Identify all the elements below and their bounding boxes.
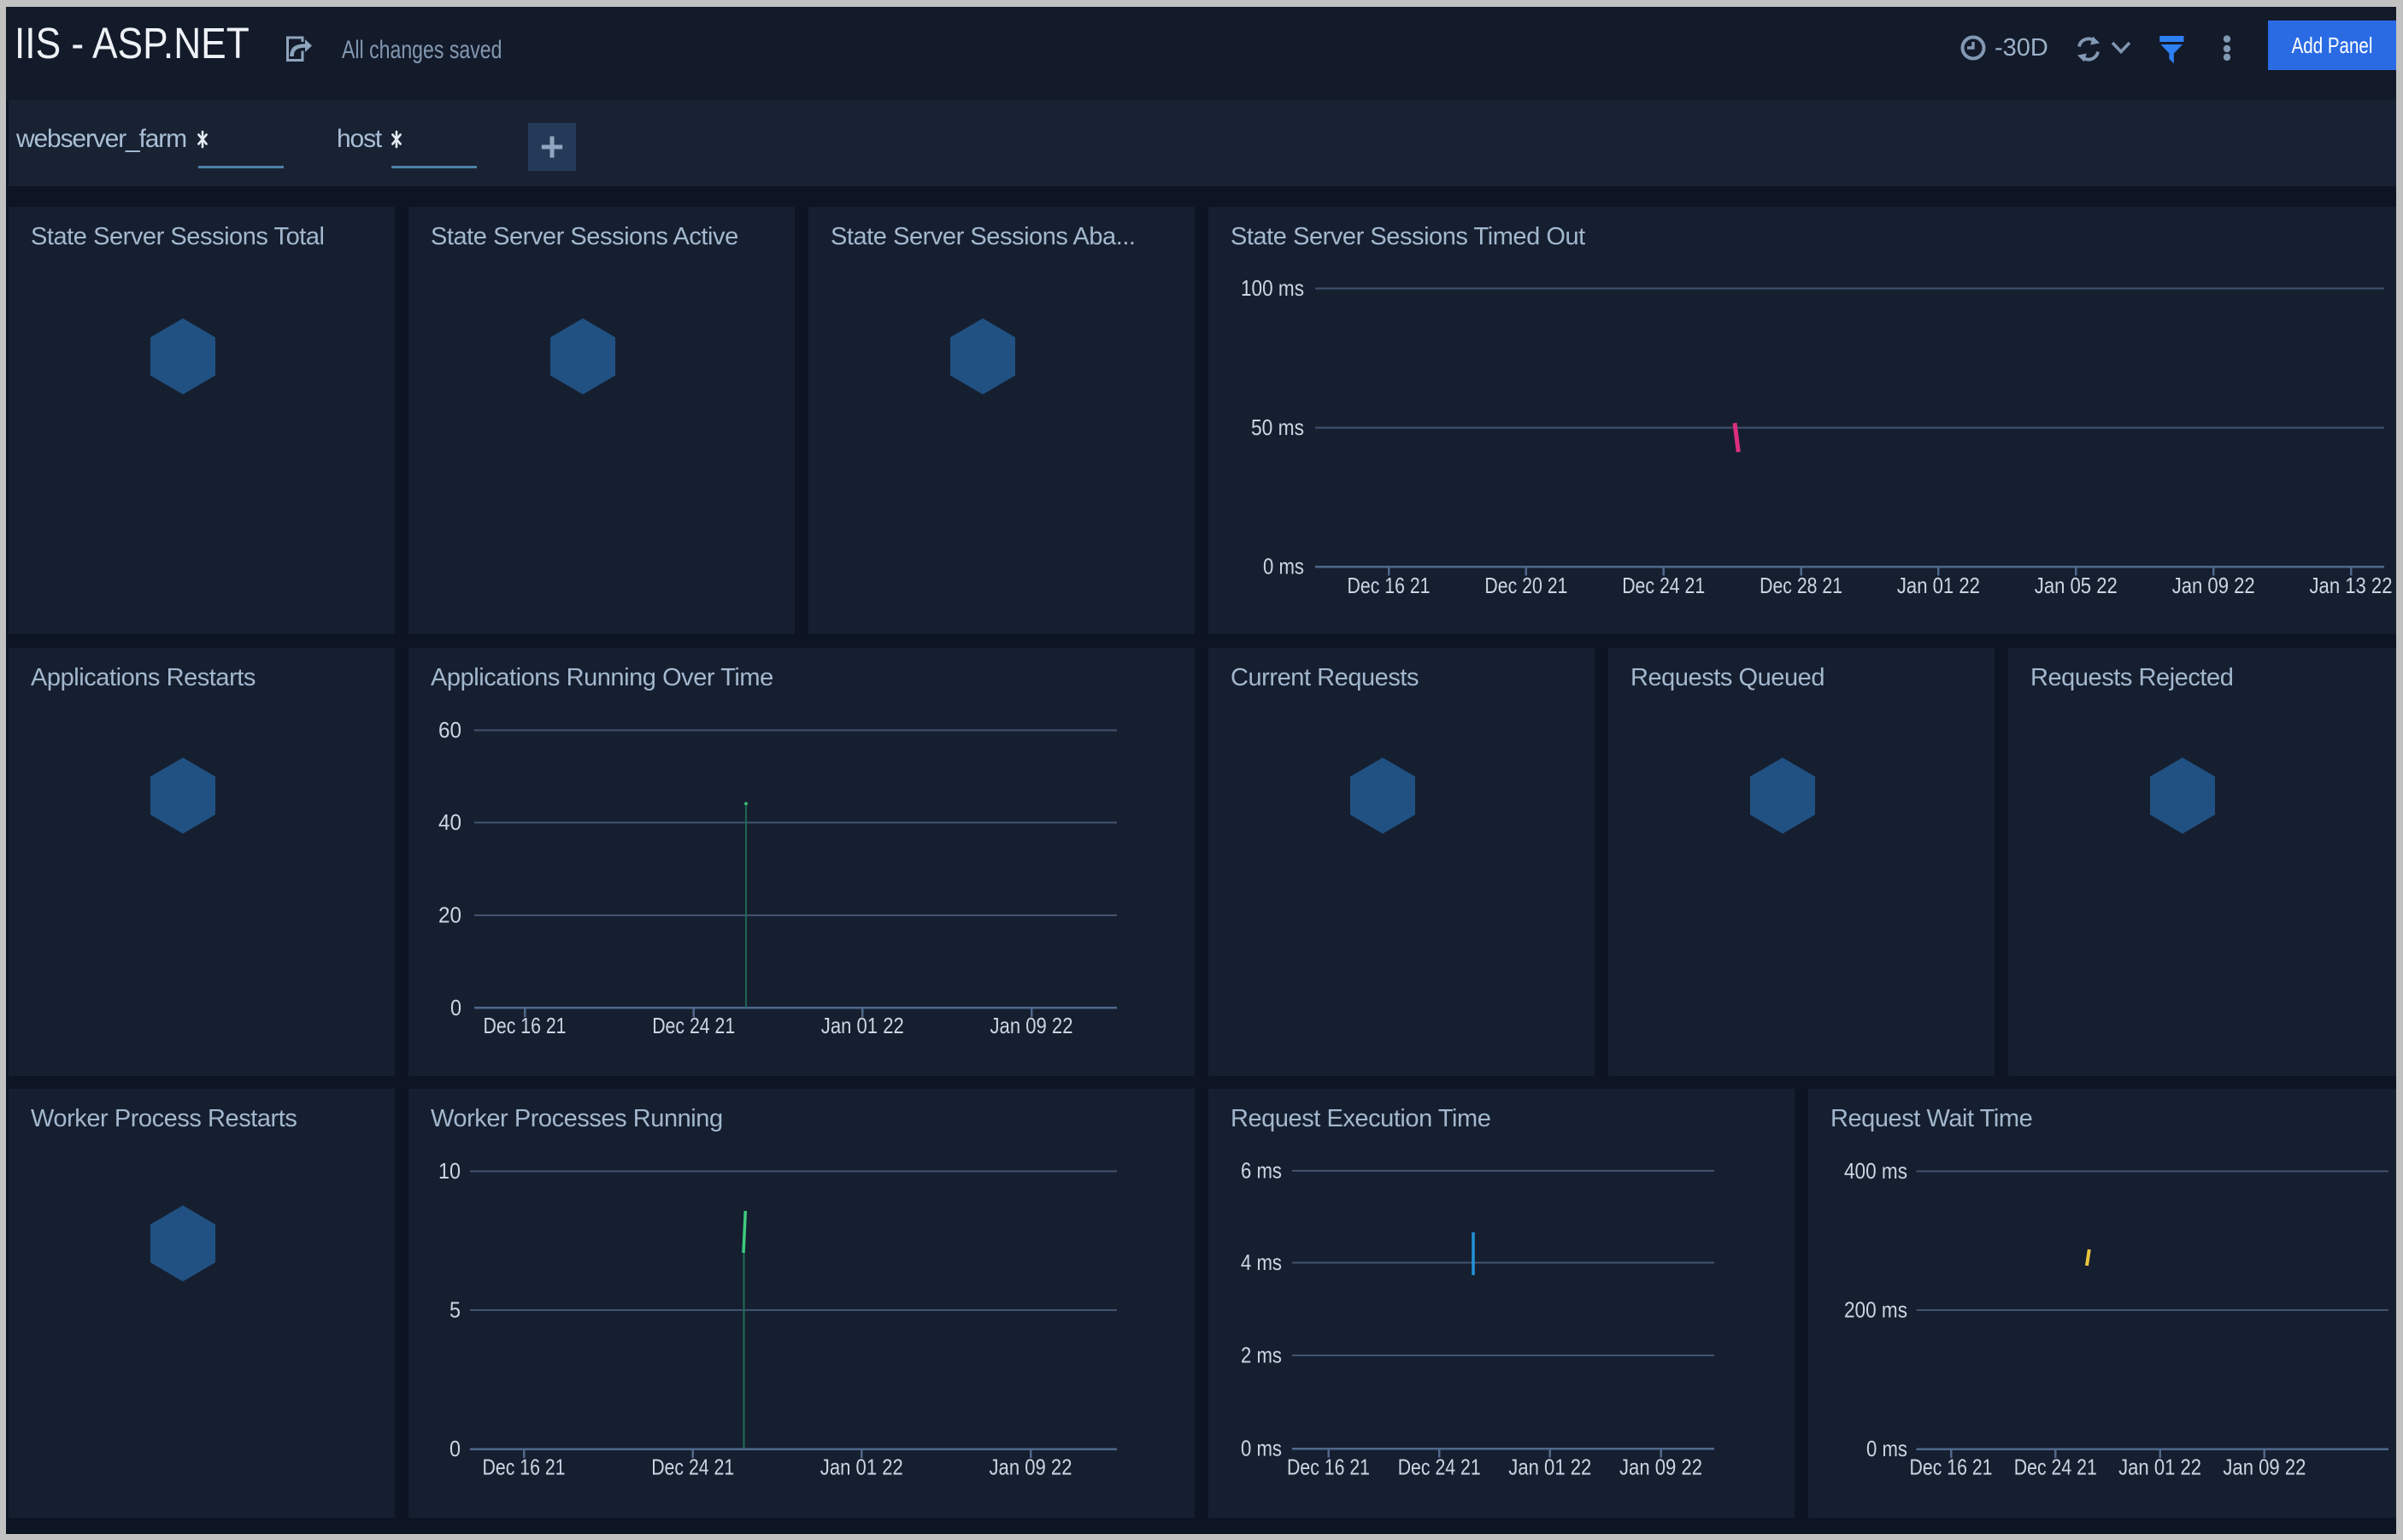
- svg-text:Jan 09 22: Jan 09 22: [2223, 1455, 2306, 1480]
- svg-text:Dec 16 21: Dec 16 21: [1910, 1455, 1993, 1480]
- svg-text:400 ms: 400 ms: [1844, 1158, 1907, 1184]
- svg-text:200 ms: 200 ms: [1844, 1297, 1907, 1323]
- svg-text:Jan 01 22: Jan 01 22: [2118, 1455, 2201, 1480]
- svg-text:Dec 24 21: Dec 24 21: [2014, 1455, 2097, 1480]
- svg-text:0 ms: 0 ms: [1866, 1436, 1907, 1461]
